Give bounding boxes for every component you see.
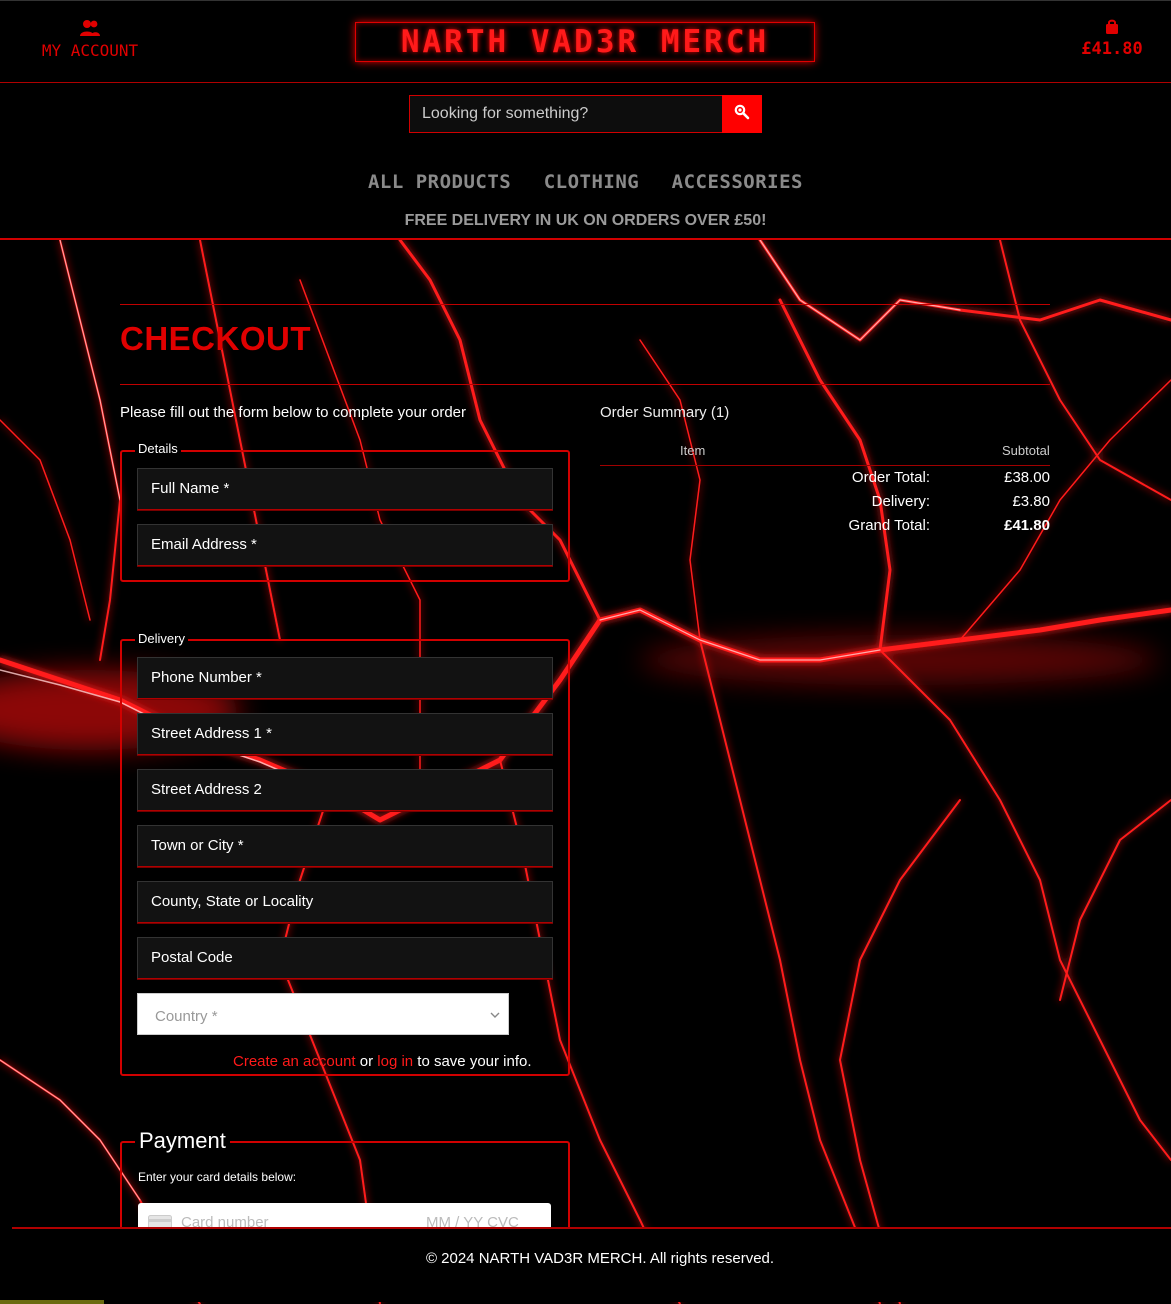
- corner-strip: [0, 1300, 104, 1304]
- search-icon: [734, 104, 750, 125]
- search-form: [409, 95, 762, 133]
- chevron-down-icon: [490, 994, 500, 1055]
- summary-col-subtotal: Subtotal: [1002, 443, 1050, 458]
- checkout-intro: Please fill out the form below to comple…: [120, 404, 467, 421]
- search-input[interactable]: [410, 96, 722, 132]
- divider-title: [120, 384, 1050, 385]
- shopping-bag-icon: [1076, 19, 1148, 37]
- search-button[interactable]: [722, 95, 762, 133]
- my-account-label: MY ACCOUNT: [41, 41, 139, 60]
- nav-all-products[interactable]: ALL PRODUCTS: [368, 171, 511, 193]
- footer-copyright: © 2024 NARTH VAD3R MERCH. All rights res…: [425, 1250, 775, 1267]
- town-city-field[interactable]: Town or City *: [137, 825, 553, 867]
- country-select-value: Country *: [155, 1008, 218, 1025]
- email-field[interactable]: Email Address *: [137, 524, 553, 566]
- delivery-label: Delivery:: [871, 493, 930, 510]
- order-summary-title: Order Summary (1): [600, 404, 730, 421]
- postal-code-field[interactable]: Postal Code: [137, 937, 553, 979]
- order-total-value: £38.00: [1004, 469, 1050, 486]
- divider-top: [120, 304, 1050, 305]
- delivery-legend: Delivery: [135, 631, 188, 646]
- full-name-field[interactable]: Full Name *: [137, 468, 553, 510]
- street-address-1-field[interactable]: Street Address 1 *: [137, 713, 553, 755]
- payment-legend: Payment: [135, 1128, 230, 1154]
- details-legend: Details: [135, 441, 181, 456]
- grand-total-label: Grand Total:: [848, 517, 930, 534]
- nav-clothing[interactable]: CLOTHING: [544, 171, 640, 193]
- top-bar: MY ACCOUNT NARTH VAD3R MERCH £41.80: [0, 1, 1171, 83]
- free-delivery-banner: FREE DELIVERY IN UK ON ORDERS OVER £50!: [404, 212, 767, 229]
- basket-total: £41.80: [1081, 39, 1143, 59]
- payment-subtitle: Enter your card details below:: [138, 1170, 297, 1184]
- basket-link[interactable]: £41.80: [1076, 19, 1148, 59]
- nav-accessories[interactable]: ACCESSORIES: [672, 171, 803, 193]
- phone-number-field[interactable]: Phone Number *: [137, 657, 553, 699]
- create-account-link[interactable]: Create an account: [233, 1053, 356, 1070]
- site-header: MY ACCOUNT NARTH VAD3R MERCH £41.80 Look…: [0, 0, 1171, 240]
- country-select[interactable]: Country *: [137, 993, 509, 1035]
- users-icon: [28, 19, 152, 39]
- site-footer: © 2024 NARTH VAD3R MERCH. All rights res…: [12, 1227, 1171, 1302]
- save-note-rest: to save your info.: [413, 1053, 532, 1070]
- grand-total-value: £41.80: [1004, 517, 1050, 534]
- summary-divider: [600, 465, 1050, 466]
- order-total-label: Order Total:: [851, 469, 930, 486]
- login-link[interactable]: log in: [377, 1053, 413, 1070]
- county-field[interactable]: County, State or Locality: [137, 881, 553, 923]
- page-title: CHECKOUT: [120, 320, 311, 357]
- my-account-link[interactable]: MY ACCOUNT: [28, 19, 152, 60]
- main-nav: ALL PRODUCTS CLOTHING ACCESSORIES: [0, 171, 1171, 193]
- street-address-2-field[interactable]: Street Address 2: [137, 769, 553, 811]
- delivery-value: £3.80: [1012, 493, 1050, 510]
- site-logo[interactable]: NARTH VAD3R MERCH: [355, 22, 815, 62]
- save-note-or: or: [355, 1053, 378, 1070]
- summary-col-item: Item: [680, 443, 706, 458]
- save-info-note: Create an account or log in to save your…: [233, 1053, 532, 1070]
